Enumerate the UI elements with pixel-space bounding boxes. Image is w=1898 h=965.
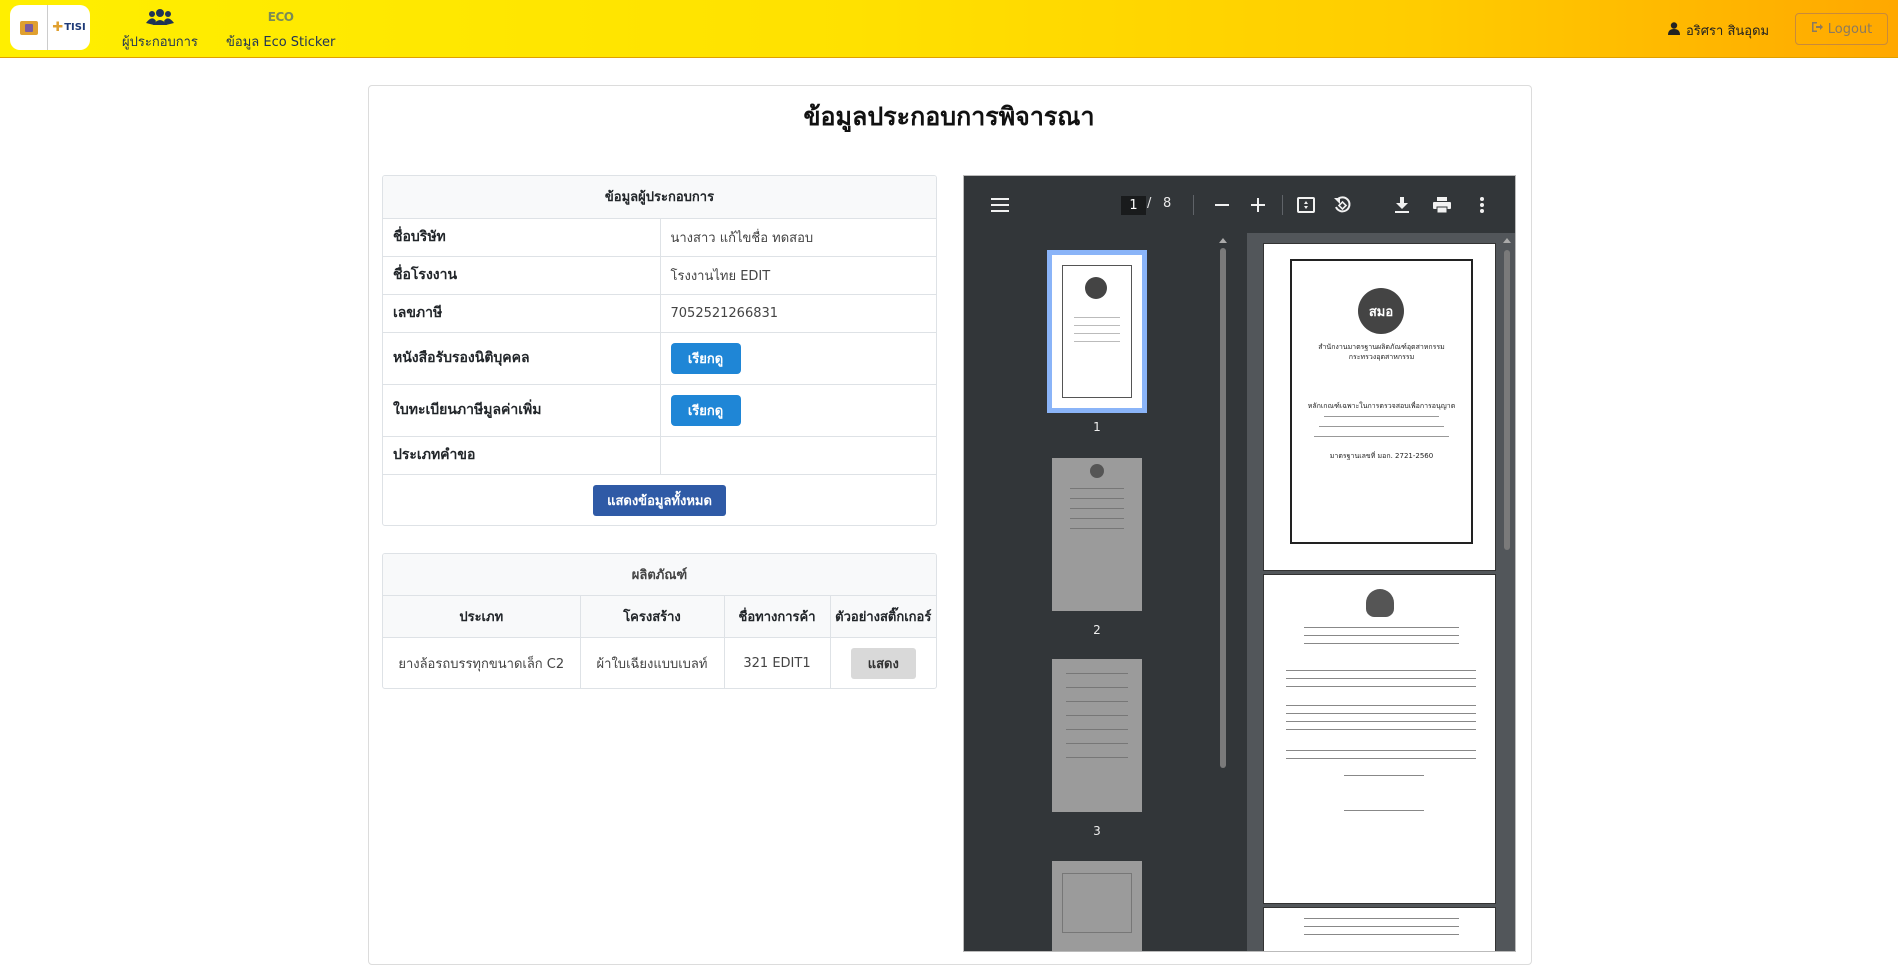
column-structure: โครงสร้าง: [580, 594, 725, 637]
page1-ministry: กระทรวงอุตสาหกรรม: [1348, 353, 1415, 361]
user-icon: [1668, 22, 1680, 39]
products-header: ผลิตภัณฑ์: [383, 554, 936, 595]
top-navbar: ✚ TISI ผู้ประกอบการ ECO ข้อมูล Eco Sticke…: [0, 0, 1898, 58]
page-view: สมอ สำนักงานมาตรฐานผลิตภัณฑ์อุตสาหกรรม ก…: [1247, 233, 1515, 951]
table-row: หนังสือรับรองนิติบุคคล เรียกดู: [383, 331, 936, 384]
users-icon: [145, 6, 174, 28]
tax-id-value: 7052521266831: [660, 293, 936, 332]
page-number-input[interactable]: 1: [1121, 196, 1146, 215]
tax-id-label: เลขภาษี: [383, 293, 661, 332]
product-trade-name: 321 EDIT1: [724, 636, 831, 688]
thumbnail-page-4[interactable]: [1052, 861, 1142, 951]
page-separator: /: [1147, 196, 1152, 211]
page-scrollbar[interactable]: [1501, 238, 1513, 938]
rotate-icon[interactable]: [1330, 193, 1354, 217]
table-row: เลขภาษี 7052521266831: [383, 293, 936, 332]
thumbnail-page-2[interactable]: [1052, 458, 1142, 611]
thumbnail-number-3: 3: [1093, 824, 1101, 838]
print-icon[interactable]: [1430, 193, 1454, 217]
menu-icon[interactable]: [988, 193, 1012, 217]
garuda-emblem-icon: [1366, 589, 1394, 617]
pdf-viewer: 1 / 8 1 2 3 สมอ สำนักงานมาตรฐานผลิตภัณฑ์…: [963, 175, 1516, 952]
download-icon[interactable]: [1390, 193, 1414, 217]
table-row: ยางล้อรถบรรทุกขนาดเล็ก C2 ผ้าใบเฉียงแบบเ…: [383, 636, 936, 688]
logout-icon: [1811, 21, 1823, 37]
thumbnail-number-1: 1: [1093, 420, 1101, 434]
logout-button[interactable]: Logout: [1795, 13, 1888, 45]
page-total: 8: [1163, 196, 1172, 211]
thumbnail-number-2: 2: [1093, 623, 1101, 637]
nav-eco-label: ข้อมูล Eco Sticker: [226, 35, 336, 50]
thumbnail-panel: 1 2 3: [964, 233, 1247, 951]
brand-icon: [10, 5, 48, 50]
show-sticker-button[interactable]: แสดง: [850, 647, 916, 679]
request-type-value: [660, 435, 936, 474]
column-type: ประเภท: [383, 594, 581, 637]
more-icon[interactable]: [1470, 193, 1494, 217]
product-structure: ผ้าใบเฉียงแบบเบลท์: [580, 636, 725, 688]
operator-info-table: ข้อมูลผู้ประกอบการ ชื่อบริษัท นางสาว แก้…: [382, 175, 937, 526]
page-title: ข้อมูลประกอบการพิจารณา: [803, 102, 1095, 131]
pdf-page-2: [1263, 574, 1496, 904]
logout-label: Logout: [1827, 21, 1873, 37]
eco-icon: ECO: [267, 10, 294, 24]
products-table: ผลิตภัณฑ์ ประเภท โครงสร้าง ชื่อทางการค้า…: [382, 553, 937, 689]
zoom-in-icon[interactable]: [1246, 193, 1270, 217]
fit-page-icon[interactable]: [1294, 193, 1318, 217]
thumbnail-page-1[interactable]: [1047, 250, 1147, 413]
pdf-page-1: สมอ สำนักงานมาตรฐานผลิตภัณฑ์อุตสาหกรรม ก…: [1263, 243, 1496, 571]
user-name: อริศรา สินอุดม: [1686, 24, 1770, 39]
nav-operators[interactable]: ผู้ประกอบการ: [122, 6, 198, 52]
company-certificate-label: หนังสือรับรองนิติบุคคล: [383, 331, 661, 384]
column-sticker-sample: ตัวอย่างสติ๊กเกอร์: [830, 594, 936, 637]
vat-registration-label: ใบทะเบียนภาษีมูลค่าเพิ่ม: [383, 383, 661, 436]
request-type-label: ประเภทคำขอ: [383, 435, 661, 474]
view-vat-registration-button[interactable]: เรียกดู: [670, 394, 741, 426]
table-row: ใบทะเบียนภาษีมูลค่าเพิ่ม เรียกดู: [383, 383, 936, 436]
table-row: ประเภทคำขอ: [383, 435, 936, 474]
zoom-out-icon[interactable]: [1210, 193, 1234, 217]
product-type: ยางล้อรถบรรทุกขนาดเล็ก C2: [383, 636, 581, 688]
nav-eco-sticker[interactable]: ECO ข้อมูล Eco Sticker: [226, 6, 335, 52]
company-name-label: ชื่อบริษัท: [383, 217, 661, 256]
pdf-page-3: [1263, 907, 1496, 951]
factory-name-value: โรงงานไทย EDIT: [660, 255, 936, 294]
nav-operators-label: ผู้ประกอบการ: [122, 35, 198, 50]
pdf-toolbar: 1 / 8: [964, 176, 1515, 233]
operator-info-header: ข้อมูลผู้ประกอบการ: [383, 176, 936, 218]
view-certificate-button[interactable]: เรียกดู: [670, 342, 741, 374]
table-row: ชื่อโรงงาน โรงงานไทย EDIT: [383, 255, 936, 294]
show-all-button[interactable]: แสดงข้อมูลทั้งหมด: [593, 484, 726, 516]
company-name-value: นางสาว แก้ไขชื่อ ทดสอบ: [660, 217, 936, 256]
thumbnail-scrollbar[interactable]: [1217, 238, 1229, 838]
page1-standard: มาตรฐานเลขที่ มอก. 2721-2560: [1329, 452, 1434, 460]
table-row: ชื่อบริษัท นางสาว แก้ไขชื่อ ทดสอบ: [383, 217, 936, 256]
tisi-logo[interactable]: ✚ TISI: [10, 5, 90, 50]
factory-name-label: ชื่อโรงงาน: [383, 255, 661, 294]
user-menu[interactable]: อริศรา สินอุดม: [1668, 20, 1769, 41]
logo-text: TISI: [64, 22, 86, 33]
column-trade-name: ชื่อทางการค้า: [724, 594, 831, 637]
thumbnail-page-3[interactable]: [1052, 659, 1142, 812]
tisi-seal-icon: สมอ: [1358, 288, 1404, 334]
page1-heading: หลักเกณฑ์เฉพาะในการตรวจสอบเพื่อการอนุญาต: [1307, 402, 1456, 410]
